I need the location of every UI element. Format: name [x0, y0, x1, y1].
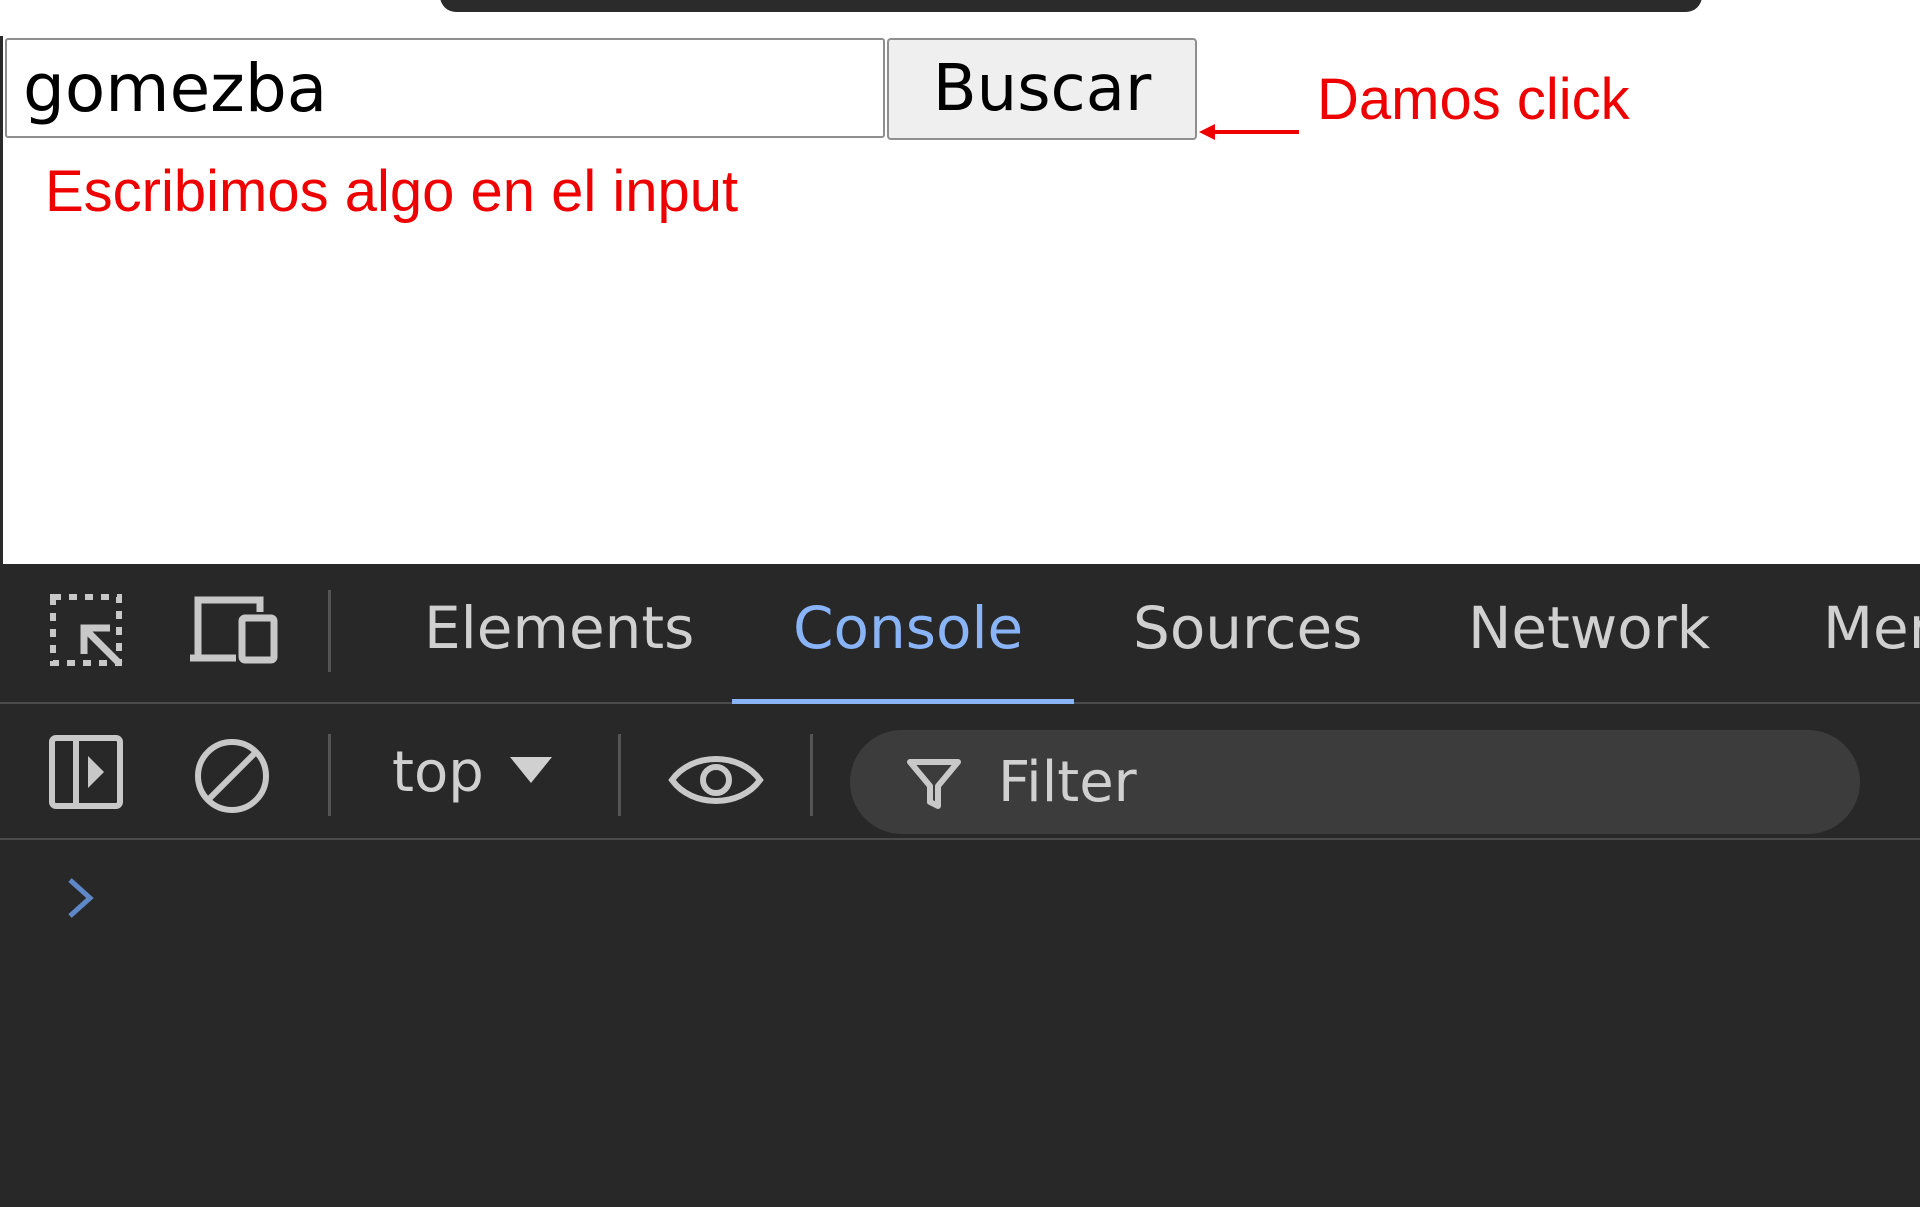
inspect-element-icon[interactable]	[48, 592, 126, 670]
toolbar-separator	[618, 734, 621, 816]
toolbar-separator	[810, 734, 813, 816]
filter-placeholder: Filter	[998, 750, 1137, 815]
search-input[interactable]	[5, 38, 885, 138]
context-selector[interactable]: top	[392, 740, 552, 805]
browser-chrome-strip	[0, 0, 1920, 36]
tab-console[interactable]: Console	[793, 594, 1023, 662]
filter-icon	[907, 759, 961, 809]
console-toolbar: top Filter	[0, 704, 1920, 840]
console-filter-input[interactable]: Filter	[850, 730, 1860, 834]
clear-console-icon[interactable]	[192, 736, 272, 816]
tab-elements[interactable]: Elements	[424, 594, 694, 662]
devtools-panel: Elements Console Sources Network Mer top	[0, 564, 1920, 1207]
tab-memory[interactable]: Mer	[1823, 594, 1920, 662]
chevron-down-icon	[509, 756, 552, 783]
toolbar-separator	[328, 734, 331, 816]
device-toolbar-icon[interactable]	[190, 594, 280, 666]
show-sidebar-icon[interactable]	[48, 734, 124, 810]
search-button[interactable]: Buscar	[887, 38, 1197, 140]
tab-sources[interactable]: Sources	[1133, 594, 1362, 662]
annotation-click-note: Damos click	[1317, 67, 1630, 132]
tabbar-separator	[328, 590, 331, 672]
annotation-arrow-icon	[1199, 124, 1299, 140]
console-output[interactable]	[0, 840, 1920, 1207]
live-expression-icon[interactable]	[668, 750, 764, 810]
screenshot: Buscar Damos click Escribimos algo en el…	[0, 0, 1920, 1207]
context-label: top	[392, 740, 484, 805]
page-viewport: Buscar Damos click Escribimos algo en el…	[0, 36, 1920, 564]
address-bar-edge	[440, 0, 1702, 12]
annotation-input-note: Escribimos algo en el input	[45, 159, 739, 224]
tab-network[interactable]: Network	[1468, 594, 1710, 662]
devtools-tabbar: Elements Console Sources Network Mer	[0, 564, 1920, 704]
console-prompt-icon	[68, 878, 94, 918]
